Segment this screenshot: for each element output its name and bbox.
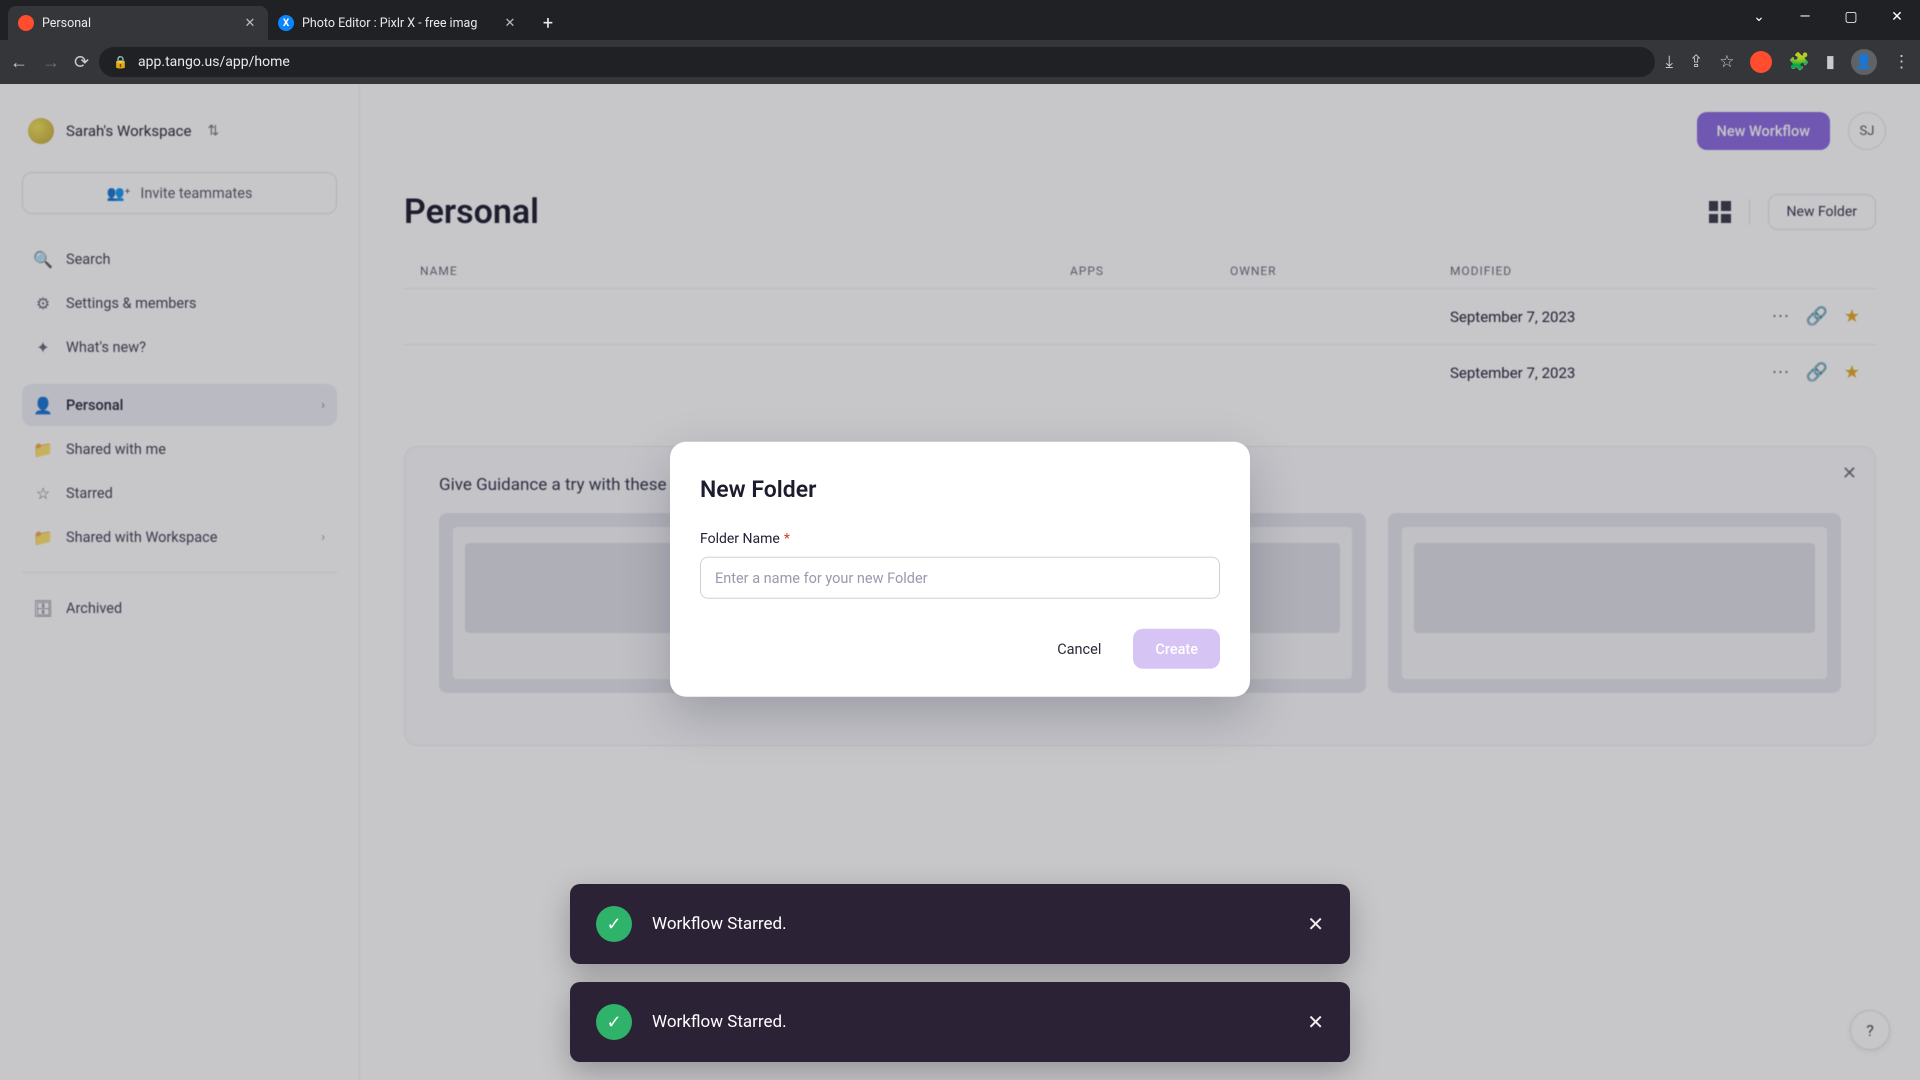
folder-name-input[interactable] xyxy=(700,557,1220,599)
window-close-icon[interactable]: ✕ xyxy=(1874,0,1920,34)
required-asterisk: * xyxy=(784,531,790,547)
create-button[interactable]: Create xyxy=(1133,629,1220,669)
app-viewport: Sarah's Workspace ⇅ 👥⁺ Invite teammates … xyxy=(0,84,1920,1080)
nav-icons: ← → ⟳ xyxy=(10,52,89,73)
browser-tab-inactive[interactable]: X Photo Editor : Pixlr X - free imag ✕ xyxy=(268,6,528,40)
toolbar-right-icons: ⤓ ⇪ ☆ 🧩 ▮ 👤 ⋮ xyxy=(1665,49,1910,75)
toast: ✓ Workflow Starred. ✕ xyxy=(570,982,1350,1062)
back-icon[interactable]: ← xyxy=(10,52,28,73)
folder-name-label: Folder Name* xyxy=(700,531,1220,547)
window-maximize-icon[interactable]: ▢ xyxy=(1828,0,1874,34)
button-label: Create xyxy=(1155,640,1198,657)
url-text: app.tango.us/app/home xyxy=(138,54,290,70)
omnibox[interactable]: 🔒 app.tango.us/app/home xyxy=(99,47,1655,77)
tab-title: Photo Editor : Pixlr X - free imag xyxy=(302,16,494,31)
window-minimize-icon[interactable]: — xyxy=(1782,0,1828,34)
sidepanel-icon[interactable]: ▮ xyxy=(1826,52,1835,72)
toast-stack: ✓ Workflow Starred. ✕ ✓ Workflow Starred… xyxy=(570,884,1350,1062)
extensions-icon[interactable]: 🧩 xyxy=(1788,52,1809,72)
window-controls: ⌄ — ▢ ✕ xyxy=(1736,0,1920,34)
share-icon[interactable]: ⇪ xyxy=(1689,52,1703,72)
new-tab-button[interactable]: + xyxy=(534,9,562,37)
profile-avatar-icon[interactable]: 👤 xyxy=(1851,49,1877,75)
tango-extension-icon[interactable] xyxy=(1750,51,1772,73)
new-folder-modal: New Folder Folder Name* Cancel Create xyxy=(670,442,1250,697)
window-dropdown-icon[interactable]: ⌄ xyxy=(1736,0,1782,34)
check-circle-icon: ✓ xyxy=(596,906,632,942)
install-icon[interactable]: ⤓ xyxy=(1665,52,1673,72)
reload-icon[interactable]: ⟳ xyxy=(74,52,89,73)
tab-close-icon[interactable]: ✕ xyxy=(502,15,518,31)
browser-tab-strip: Personal ✕ X Photo Editor : Pixlr X - fr… xyxy=(0,0,1920,40)
tab-title: Personal xyxy=(42,16,234,31)
check-circle-icon: ✓ xyxy=(596,1004,632,1040)
lock-icon: 🔒 xyxy=(113,55,128,69)
tango-favicon-icon xyxy=(18,15,34,31)
button-label: Cancel xyxy=(1057,640,1101,657)
browser-tab-active[interactable]: Personal ✕ xyxy=(8,6,268,40)
forward-icon[interactable]: → xyxy=(42,52,60,73)
toast-message: Workflow Starred. xyxy=(652,914,1287,934)
modal-actions: Cancel Create xyxy=(700,629,1220,669)
kebab-menu-icon[interactable]: ⋮ xyxy=(1893,52,1910,72)
pixlr-favicon-icon: X xyxy=(278,15,294,31)
cancel-button[interactable]: Cancel xyxy=(1039,629,1119,669)
toast-message: Workflow Starred. xyxy=(652,1012,1287,1032)
browser-toolbar: ← → ⟳ 🔒 app.tango.us/app/home ⤓ ⇪ ☆ 🧩 ▮ … xyxy=(0,40,1920,84)
close-icon[interactable]: ✕ xyxy=(1307,1010,1324,1034)
toast: ✓ Workflow Starred. ✕ xyxy=(570,884,1350,964)
label-text: Folder Name xyxy=(700,531,780,547)
modal-title: New Folder xyxy=(700,476,1220,503)
bookmark-star-icon[interactable]: ☆ xyxy=(1719,52,1734,72)
close-icon[interactable]: ✕ xyxy=(1307,912,1324,936)
tab-close-icon[interactable]: ✕ xyxy=(242,15,258,31)
